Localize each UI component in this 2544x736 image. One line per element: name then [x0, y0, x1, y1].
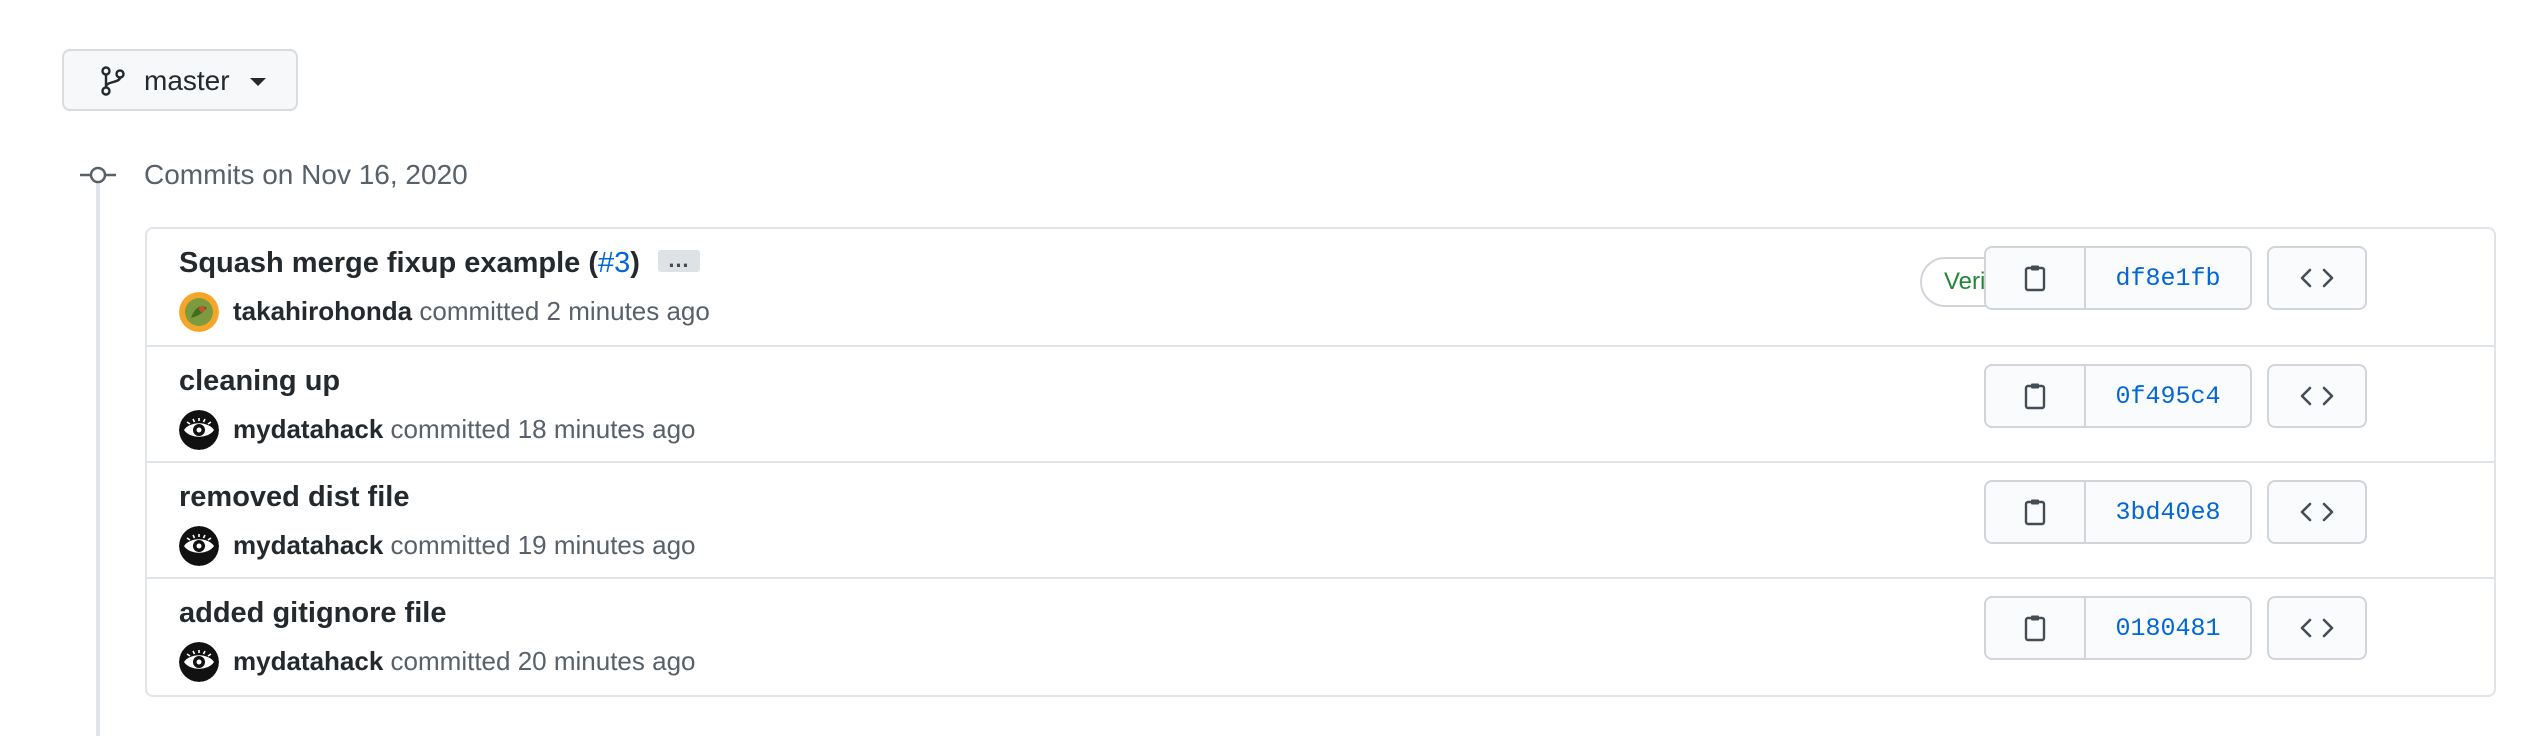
commit-time[interactable]: 2 minutes ago: [547, 296, 710, 326]
sha-button-group: 0180481: [1984, 596, 2252, 660]
commit-title[interactable]: added gitignore file: [179, 595, 446, 631]
commit-message-suffix: ): [630, 247, 640, 279]
commit-meta: mydatahack committed 19 minutes ago: [233, 527, 696, 563]
commit-row: Squash merge fixup example (#3) … takahir…: [147, 229, 2494, 345]
browse-repo-button[interactable]: [2267, 246, 2367, 310]
copy-sha-button[interactable]: [1986, 248, 2086, 308]
ellipsis-icon: …: [667, 247, 691, 273]
commit-meta: takahirohonda committed 2 minutes ago: [233, 293, 710, 329]
copy-sha-button[interactable]: [1986, 598, 2086, 658]
commit-author[interactable]: mydatahack: [233, 530, 383, 560]
code-icon: [2300, 268, 2334, 288]
eye-avatar-icon: [179, 526, 219, 566]
commit-title[interactable]: cleaning up: [179, 363, 340, 399]
sha-button-group: 0f495c4: [1984, 364, 2252, 428]
clipboard-icon: [2024, 383, 2046, 410]
avatar[interactable]: [179, 292, 219, 332]
commit-row: removed dist file mydatahack committed 1…: [147, 461, 2494, 577]
commit-action: committed: [390, 646, 511, 676]
clipboard-icon: [2024, 615, 2046, 642]
commit-action: committed: [390, 530, 511, 560]
avatar[interactable]: [179, 410, 219, 450]
sha-button-group: df8e1fb: [1984, 246, 2252, 310]
expand-message-button[interactable]: …: [657, 247, 700, 273]
eye-avatar-icon: [179, 410, 219, 450]
browse-repo-button[interactable]: [2267, 480, 2367, 544]
commit-title[interactable]: removed dist file: [179, 479, 409, 515]
code-icon: [2300, 502, 2334, 522]
commit-sha-link[interactable]: 3bd40e8: [2086, 482, 2250, 542]
timeline-line: [96, 174, 100, 736]
green-avatar-icon: [179, 292, 219, 332]
git-commit-icon: [80, 166, 116, 184]
branch-name: master: [144, 65, 230, 96]
commit-title: Squash merge fixup example (#3) …: [179, 245, 700, 281]
copy-sha-button[interactable]: [1986, 366, 2086, 426]
eye-avatar-icon: [179, 642, 219, 682]
commit-sha-link[interactable]: df8e1fb: [2086, 248, 2250, 308]
commit-time[interactable]: 18 minutes ago: [518, 414, 696, 444]
commit-meta: mydatahack committed 20 minutes ago: [233, 643, 696, 679]
commit-group-title: Commits on Nov 16, 2020: [144, 159, 468, 190]
code-icon: [2300, 386, 2334, 406]
commit-action: committed: [419, 296, 540, 326]
commit-author[interactable]: mydatahack: [233, 414, 383, 444]
commit-message[interactable]: Squash merge fixup example (: [179, 247, 598, 279]
copy-sha-button[interactable]: [1986, 482, 2086, 542]
avatar[interactable]: [179, 642, 219, 682]
commit-row: added gitignore file mydatahack committe…: [147, 577, 2494, 693]
branch-select-button[interactable]: master: [62, 49, 298, 111]
commit-row: cleaning up mydatahack committed 18 minu…: [147, 345, 2494, 461]
git-branch-icon: [101, 66, 125, 96]
clipboard-icon: [2024, 265, 2046, 292]
commit-list: Squash merge fixup example (#3) … takahir…: [145, 227, 2496, 697]
commit-sha-link[interactable]: 0180481: [2086, 598, 2250, 658]
caret-down-icon: [250, 78, 266, 86]
pr-link[interactable]: #3: [598, 247, 630, 279]
commit-meta: mydatahack committed 18 minutes ago: [233, 411, 696, 447]
commit-action: committed: [390, 414, 511, 444]
commit-author[interactable]: mydatahack: [233, 646, 383, 676]
commit-sha-link[interactable]: 0f495c4: [2086, 366, 2250, 426]
commit-author[interactable]: takahirohonda: [233, 296, 412, 326]
commit-time[interactable]: 19 minutes ago: [518, 530, 696, 560]
browse-repo-button[interactable]: [2267, 596, 2367, 660]
code-icon: [2300, 618, 2334, 638]
commit-time[interactable]: 20 minutes ago: [518, 646, 696, 676]
browse-repo-button[interactable]: [2267, 364, 2367, 428]
sha-button-group: 3bd40e8: [1984, 480, 2252, 544]
clipboard-icon: [2024, 499, 2046, 526]
avatar[interactable]: [179, 526, 219, 566]
